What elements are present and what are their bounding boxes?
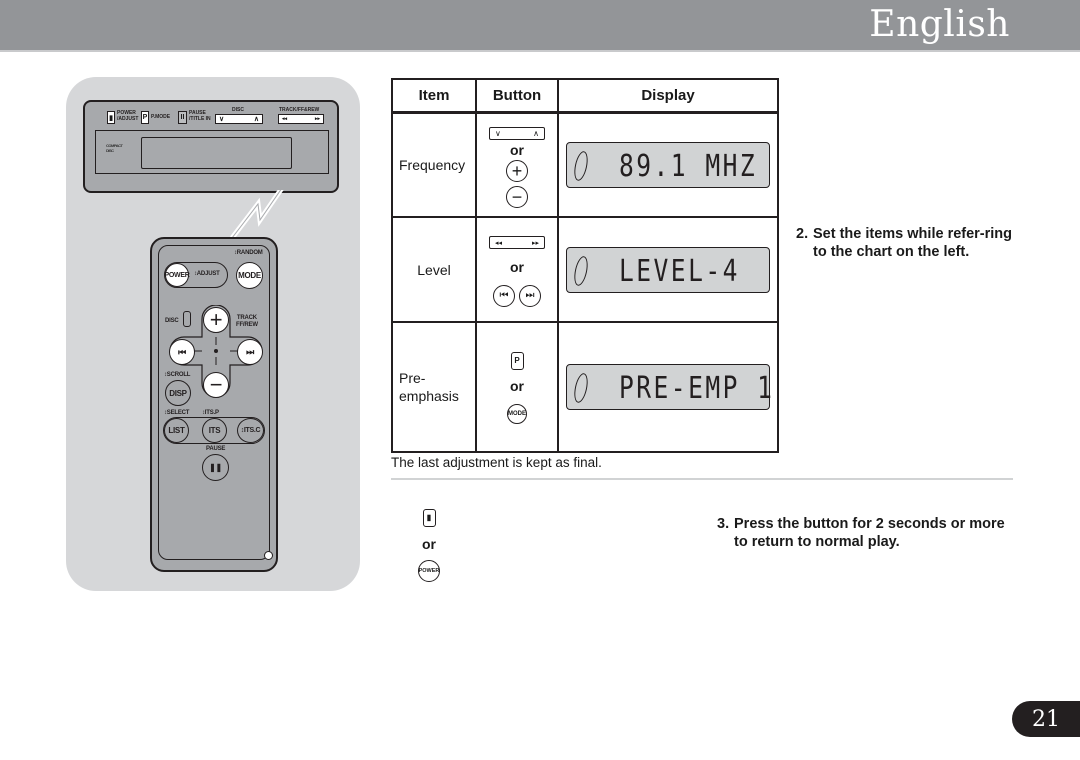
head-unit-illustration: ▮ POWER /ADJUST P P.MODE II PAUSE /TITLE… (83, 100, 339, 193)
remote-pause-button: ❚❚ (202, 454, 229, 481)
display-cell: LEVEL-4 (557, 216, 779, 323)
select-label: ↕SELECT (164, 410, 190, 416)
head-disc-label: DISC (232, 107, 244, 113)
lcd-text: LEVEL-4 (619, 253, 740, 289)
rewind-icon: ◂◂ (282, 116, 288, 122)
note-text: The last adjustment is kept as final. (391, 455, 602, 470)
step-number: 3. (717, 516, 730, 532)
minus-button-icon: − (506, 185, 528, 208)
head-disc-rocker: ∨ ∧ (215, 114, 263, 124)
or-text: or (510, 259, 524, 276)
display-cell: 89.1 MHZ (557, 111, 779, 218)
chevron-up-icon: ∧ (253, 116, 259, 123)
prev-track-icon: ⏮ (493, 285, 516, 308)
rewind-icon: ◂◂ (495, 239, 503, 247)
button-cell: ∨ ∧ or + − (475, 111, 559, 218)
settings-table: Item Button Display Frequency ∨ ∧ or + −… (391, 78, 779, 453)
next-track-icon: ⏭ (518, 285, 541, 308)
step-text: Press the button for 2 seconds or more t… (734, 516, 1005, 550)
lcd-text: 89.1 MHZ (619, 149, 758, 184)
remote-mode-button: MODE (236, 262, 263, 289)
head-unit-face: COMPACT DISC (95, 130, 329, 174)
or-text: or (422, 535, 436, 552)
divider (391, 478, 1013, 480)
remote-disp-button: DISP (165, 380, 191, 406)
step-text: Set the items while refer-ring to the ch… (813, 226, 1013, 260)
p-button-icon: P (510, 351, 524, 370)
table-row: Pre- emphasis P or MODE PRE-EMP 1 (391, 321, 779, 453)
track-rocker-icon: ◂◂ ▸▸ (489, 236, 545, 250)
lcd-display: PRE-EMP 1 (566, 364, 775, 410)
page-number: 21 (1012, 701, 1080, 737)
fast-forward-icon: ▸▸ (531, 239, 539, 247)
button-cell: P or MODE (475, 321, 559, 453)
lcd-display: LEVEL-4 (566, 246, 770, 293)
remote-its-button: ITS (202, 418, 227, 443)
disc-icon (572, 150, 590, 182)
its-p-label: ↕ITS.P (202, 410, 219, 416)
header-button: Button (475, 78, 559, 114)
table-row: Frequency ∨ ∧ or + − 89.1 MHZ (391, 111, 779, 218)
remote-power-button: POWER (165, 263, 190, 287)
item-pre-emphasis: Pre- emphasis (391, 321, 477, 453)
language-title: English (869, 4, 1010, 45)
disc-icon (572, 254, 590, 287)
scroll-label: ↕SCROLL (164, 372, 191, 378)
display-cell: PRE-EMP 1 (557, 321, 779, 453)
remote-prev-button: ⏮ (169, 339, 195, 365)
step-3-buttons: ▮ or POWER (414, 507, 444, 583)
remote-control-illustration: ↕RANDOM POWER ↕ADJUST MODE DISC TRACK FF… (150, 237, 278, 572)
header-display: Display (557, 78, 779, 114)
head-power-button: ▮ (107, 111, 115, 124)
ir-signal-arrow-icon (230, 190, 284, 240)
mode-button-icon: MODE (507, 403, 527, 424)
power-key-icon: ▮ (422, 508, 436, 527)
head-pause-button: II (178, 111, 187, 124)
remote-plus-button: + (203, 307, 229, 333)
remote-next-button: ⏭ (237, 339, 263, 365)
head-pmode-label: P.MODE (151, 114, 171, 120)
step-number: 2. (796, 226, 809, 242)
item-level: Level (391, 216, 477, 323)
head-track-label: TRACK/FF&REW (279, 107, 320, 113)
item-frequency: Frequency (391, 111, 477, 218)
lcd-display: 89.1 MHZ (566, 142, 770, 188)
or-text: or (510, 141, 524, 158)
head-track-rocker: ◂◂ ▸▸ (278, 114, 324, 124)
remote-itsc-button: ↕ITS.C (237, 418, 264, 443)
chevron-up-icon: ∧ (533, 128, 539, 138)
remote-led-icon (264, 551, 273, 560)
disc-icon (572, 372, 590, 404)
plus-button-icon: + (506, 159, 528, 182)
power-button-icon: POWER (418, 560, 440, 583)
button-cell: ◂◂ ▸▸ or ⏮ ⏭ (475, 216, 559, 323)
adjust-label: ↕ADJUST (194, 271, 220, 277)
random-label: ↕RANDOM (234, 250, 263, 256)
head-unit-display (141, 137, 292, 169)
remote-minus-button: − (203, 372, 229, 398)
chevron-down-icon: ∨ (219, 116, 225, 123)
table-row: Level ◂◂ ▸▸ or ⏮ ⏭ LEVEL-4 (391, 216, 779, 323)
header-bar: English (0, 0, 1080, 52)
header-item: Item (391, 78, 477, 114)
chevron-down-icon: ∨ (495, 128, 501, 138)
head-pmode-button: P (141, 111, 149, 124)
remote-list-button: LIST (164, 418, 189, 443)
compact-disc-logo: COMPACT DISC (106, 143, 123, 153)
step-3: 3. Press the button for 2 seconds or mor… (717, 515, 1007, 551)
table-header-row: Item Button Display (391, 78, 779, 114)
head-pause-label: PAUSE /TITLE IN (189, 110, 211, 122)
or-text: or (510, 377, 524, 394)
fast-forward-icon: ▸▸ (314, 116, 320, 122)
pause-label: PAUSE (206, 446, 226, 452)
step-2: 2. Set the items while refer-ring to the… (796, 225, 1016, 261)
disc-rocker-icon: ∨ ∧ (489, 126, 545, 140)
lcd-text: PRE-EMP 1 (619, 371, 775, 406)
head-power-label: POWER /ADJUST (117, 110, 139, 122)
